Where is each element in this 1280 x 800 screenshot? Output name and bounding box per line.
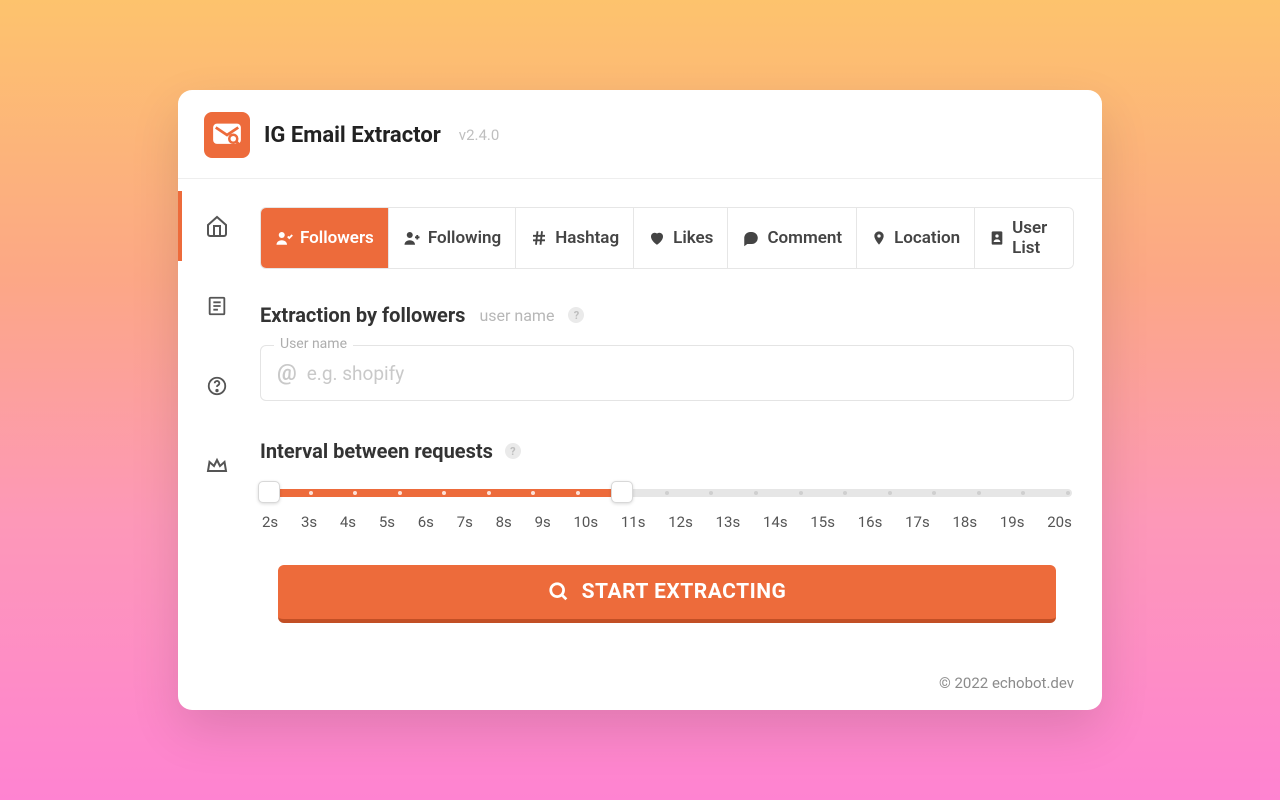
tick: 9s <box>535 513 551 531</box>
tab-label: User List <box>1012 218 1059 258</box>
tab-followers[interactable]: Followers <box>261 208 389 268</box>
sidebar-item-help[interactable] <box>196 365 238 407</box>
tick: 20s <box>1047 513 1072 531</box>
app-window: IG Email Extractor v2.4.0 Followers <box>178 90 1102 710</box>
tick: 2s <box>262 513 278 531</box>
slider-dots <box>262 489 1072 497</box>
tab-label: Followers <box>300 228 374 248</box>
section-title: Extraction by followers <box>260 303 465 327</box>
tick: 18s <box>953 513 978 531</box>
sidebar <box>178 179 256 656</box>
sidebar-item-home[interactable] <box>196 205 238 247</box>
field-label: User name <box>274 336 353 352</box>
user-check-icon <box>275 229 293 247</box>
help-dot-icon[interactable]: ? <box>505 443 521 459</box>
interval-heading: Interval between requests ? <box>260 439 1074 463</box>
tick: 8s <box>496 513 512 531</box>
tabs: Followers Following Hashtag Likes Commen… <box>260 207 1074 269</box>
slider-track <box>262 489 1072 497</box>
slider-handle-low[interactable] <box>258 481 280 503</box>
tick: 11s <box>621 513 646 531</box>
interval-slider[interactable]: 2s 3s 4s 5s 6s 7s 8s 9s 10s 11s 12s 13s … <box>260 489 1074 531</box>
slider-handle-high[interactable] <box>611 481 633 503</box>
tab-label: Likes <box>673 228 713 248</box>
list-icon <box>206 295 228 317</box>
slider-ticks: 2s 3s 4s 5s 6s 7s 8s 9s 10s 11s 12s 13s … <box>262 513 1072 531</box>
start-extracting-button[interactable]: START EXTRACTING <box>278 565 1056 623</box>
contact-icon <box>989 229 1005 247</box>
tab-hashtag[interactable]: Hashtag <box>516 208 634 268</box>
tick: 7s <box>457 513 473 531</box>
search-icon <box>548 581 570 603</box>
app-title: IG Email Extractor <box>264 123 441 148</box>
username-field: User name @ <box>260 345 1074 401</box>
tab-label: Comment <box>767 228 842 248</box>
tick: 19s <box>1000 513 1025 531</box>
app-version: v2.4.0 <box>459 126 499 144</box>
tick: 16s <box>858 513 883 531</box>
home-icon <box>205 214 229 238</box>
tick: 5s <box>379 513 395 531</box>
tick: 15s <box>810 513 835 531</box>
header: IG Email Extractor v2.4.0 <box>178 90 1102 179</box>
tick: 3s <box>301 513 317 531</box>
tab-label: Following <box>428 228 501 248</box>
tick: 12s <box>668 513 693 531</box>
hash-icon <box>530 229 548 247</box>
tab-userlist[interactable]: User List <box>975 208 1073 268</box>
tab-label: Location <box>894 228 960 248</box>
mail-search-icon <box>212 120 242 150</box>
footer: © 2022 echobot.dev <box>178 656 1102 710</box>
tab-location[interactable]: Location <box>857 208 975 268</box>
sidebar-item-premium[interactable] <box>196 445 238 487</box>
interval-title: Interval between requests <box>260 439 493 463</box>
sidebar-item-list[interactable] <box>196 285 238 327</box>
cta-label: START EXTRACTING <box>582 580 787 604</box>
user-plus-icon <box>403 229 421 247</box>
body: Followers Following Hashtag Likes Commen… <box>178 179 1102 656</box>
heart-icon <box>648 229 666 247</box>
tab-following[interactable]: Following <box>389 208 516 268</box>
tab-comment[interactable]: Comment <box>728 208 857 268</box>
tick: 17s <box>905 513 930 531</box>
tab-label: Hashtag <box>555 228 619 248</box>
extraction-heading: Extraction by followers user name ? <box>260 303 1074 327</box>
comment-icon <box>742 229 760 247</box>
tick: 13s <box>716 513 741 531</box>
at-symbol: @ <box>277 361 297 386</box>
username-input[interactable] <box>307 362 1057 385</box>
tick: 4s <box>340 513 356 531</box>
section-hint: user name <box>479 306 554 325</box>
main: Followers Following Hashtag Likes Commen… <box>256 179 1102 656</box>
input-row: @ <box>260 345 1074 401</box>
tab-likes[interactable]: Likes <box>634 208 728 268</box>
help-icon <box>206 375 228 397</box>
crown-icon <box>205 454 229 478</box>
app-logo <box>204 112 250 158</box>
location-icon <box>871 229 887 247</box>
help-dot-icon[interactable]: ? <box>568 307 584 323</box>
tick: 14s <box>763 513 788 531</box>
tick: 10s <box>574 513 599 531</box>
tick: 6s <box>418 513 434 531</box>
